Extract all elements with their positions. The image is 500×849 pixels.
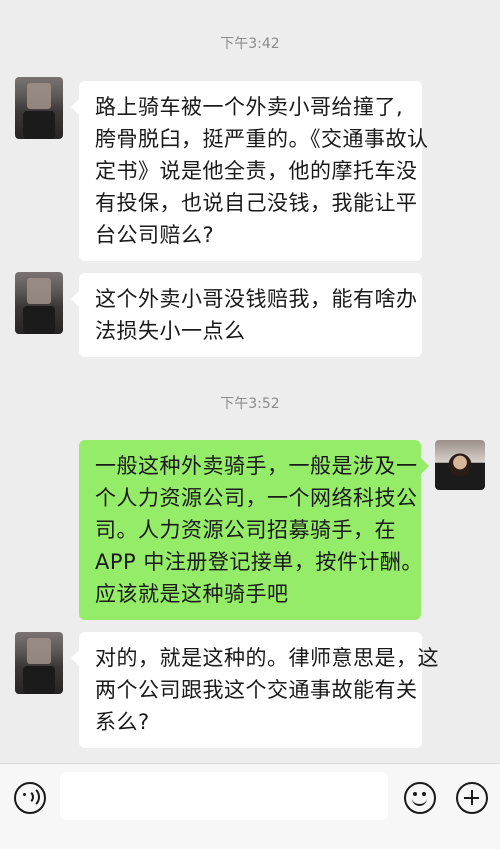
contact-avatar[interactable]: [15, 77, 63, 139]
message-line: 路上骑车被一个外卖小哥给撞了,: [95, 95, 404, 119]
message-line: 台公司赔么?: [95, 223, 215, 247]
message-line: 系么?: [95, 710, 150, 734]
message-line: 定书》说是他全责，他的摩托车没: [95, 159, 418, 183]
message-line: 司。人力资源公司招募骑手，在: [95, 518, 396, 542]
message-line: 法损失小一点么: [95, 319, 246, 343]
message-bubble[interactable]: 这个外卖小哥没钱赔我，能有啥办 法损失小一点么: [71, 273, 422, 357]
message-line: APP 中注册登记接单，按件计酬。: [95, 550, 423, 574]
message-bubble-outgoing[interactable]: 一般这种外卖骑手，一般是涉及一 个人力资源公司，一个网络科技公 司。人力资源公司…: [79, 440, 429, 620]
contact-avatar[interactable]: [15, 632, 63, 694]
message-line: 两个公司跟我这个交通事故能有关: [95, 678, 418, 702]
message-line: 个人力资源公司，一个网络科技公: [95, 486, 418, 510]
message-input[interactable]: [60, 772, 388, 820]
message-bubble[interactable]: 对的，就是这种的。律师意思是，这 两个公司跟我这个交通事故能有关 系么?: [71, 632, 439, 748]
message-line: 这个外卖小哥没钱赔我，能有啥办: [95, 287, 418, 311]
message-line: 有投保，也说自己没钱，我能让平: [95, 191, 418, 215]
message-bubble[interactable]: 路上骑车被一个外卖小哥给撞了, 胯骨脱臼，挺严重的。《交通事故认 定书》说是他全…: [71, 81, 429, 261]
timestamp: 下午3:42: [220, 36, 280, 52]
emoji-icon[interactable]: [404, 782, 436, 814]
timestamp: 下午3:52: [220, 396, 280, 412]
contact-avatar[interactable]: [15, 272, 63, 334]
chat-area[interactable]: 下午3:42 路上骑车被一个外卖小哥给撞了, 胯骨脱臼，挺严重的。《交通事故认 …: [0, 0, 500, 763]
lawyer-avatar[interactable]: [435, 440, 485, 490]
message-line: 应该就是这种骑手吧: [95, 582, 289, 606]
message-line: 一般这种外卖骑手，一般是涉及一: [95, 454, 418, 478]
message-line: 胯骨脱臼，挺严重的。《交通事故认: [95, 127, 429, 151]
plus-icon[interactable]: [456, 782, 488, 814]
voice-icon[interactable]: [14, 782, 46, 814]
message-line: 对的，就是这种的。律师意思是，这: [95, 646, 439, 670]
input-bar: [0, 763, 500, 849]
